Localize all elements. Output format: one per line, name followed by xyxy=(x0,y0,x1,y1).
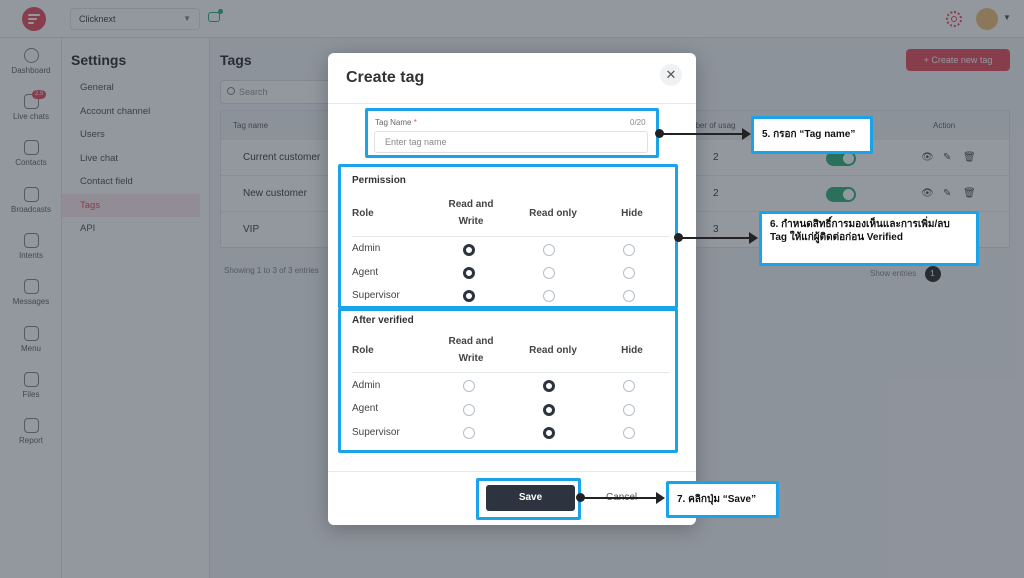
connector-line xyxy=(660,133,744,135)
close-icon[interactable]: ✕ xyxy=(660,64,682,86)
connector-line xyxy=(679,237,751,239)
connector-line xyxy=(581,497,657,499)
app-background: Clicknext ▼ ▼ Dashboard 2.5 Live chats C… xyxy=(0,0,1024,578)
divider xyxy=(328,103,696,104)
arrow-icon xyxy=(656,492,665,504)
highlight-tag-name xyxy=(365,108,659,158)
highlight-permission xyxy=(338,164,678,309)
arrow-icon xyxy=(749,232,758,244)
highlight-after-verified xyxy=(338,308,678,453)
arrow-icon xyxy=(742,128,751,140)
callout-step-6-line-1: 6. กำหนดสิทธิ์การมองเห็นและการเพิ่ม/ลบ xyxy=(770,219,950,230)
divider xyxy=(328,471,696,472)
callout-step-5: 5. กรอก “Tag name” xyxy=(751,116,873,154)
callout-step-6: 6. กำหนดสิทธิ์การมองเห็นและการเพิ่ม/ลบ T… xyxy=(759,211,979,266)
callout-step-7: 7. คลิกปุ่ม “Save” xyxy=(666,481,779,518)
callout-step-6-line-2: Tag ให้แก่ผู้ติดต่อก่อน Verified xyxy=(770,232,903,243)
dialog-title: Create tag xyxy=(346,69,425,86)
highlight-save xyxy=(476,478,581,520)
